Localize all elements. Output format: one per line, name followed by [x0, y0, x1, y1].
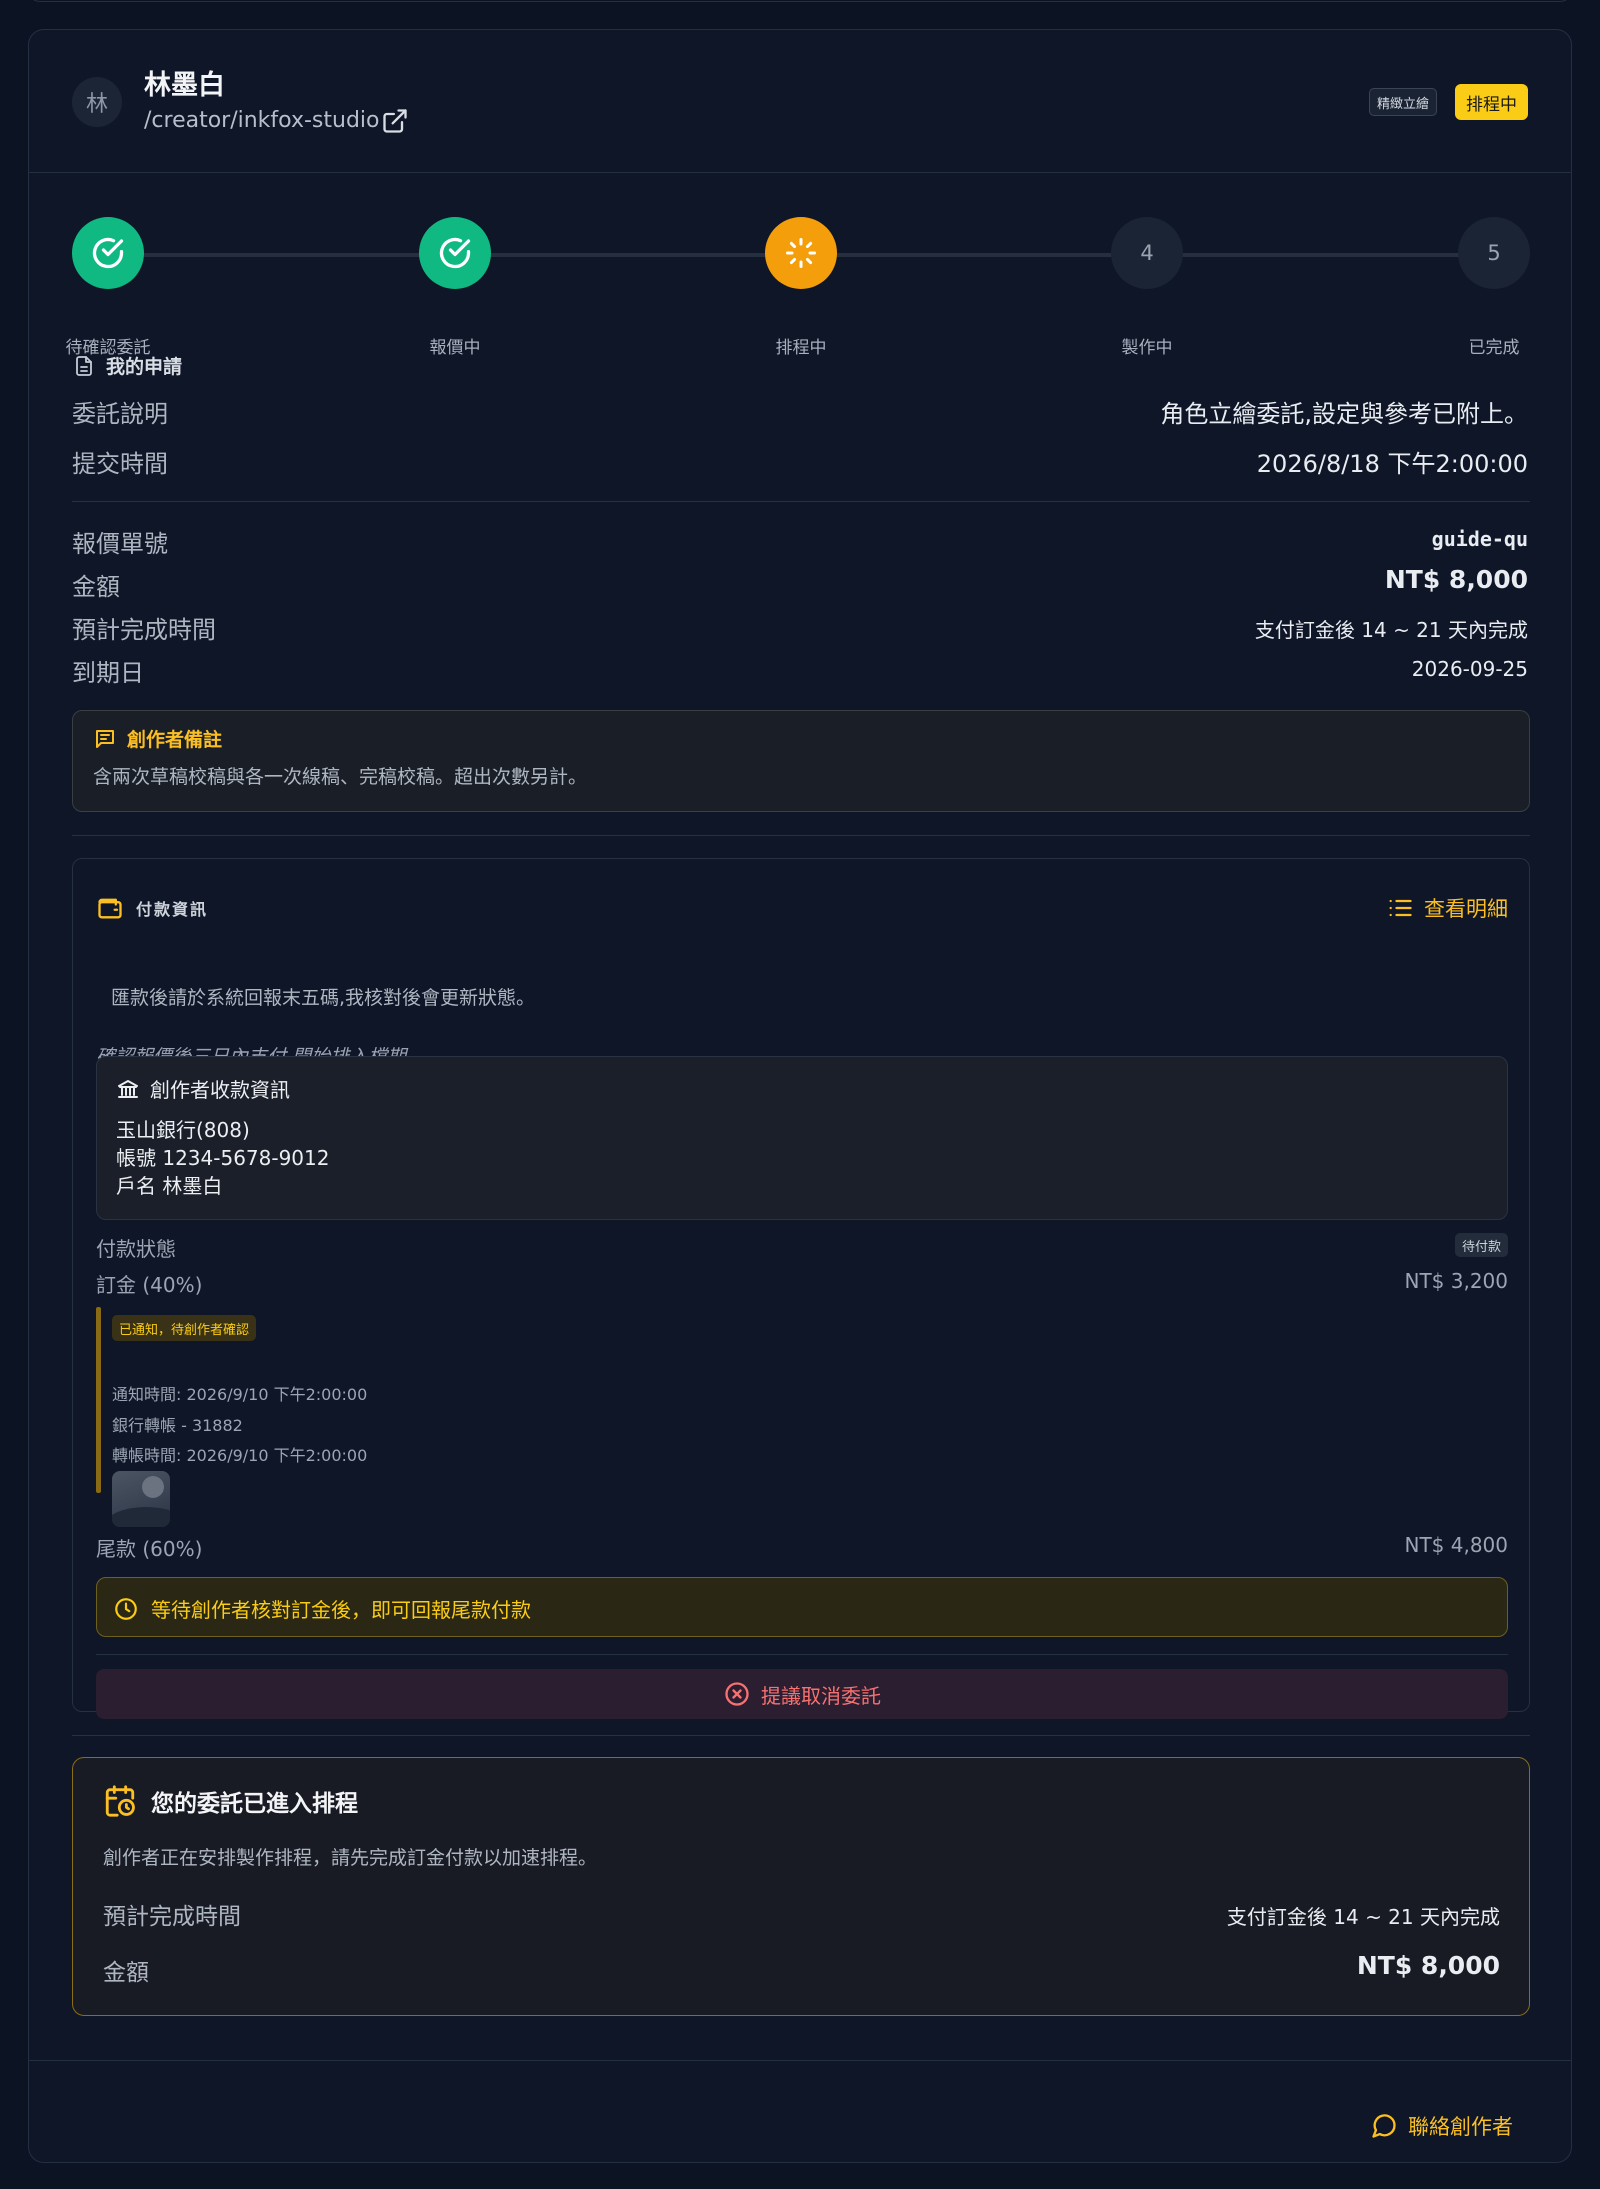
status-badge: 排程中 — [1455, 84, 1528, 120]
step-2-label: 報價中 — [429, 338, 481, 358]
amount-label: 金額 — [72, 573, 120, 601]
contact-creator-label: 聯絡創作者 — [1408, 2115, 1513, 2139]
eta-value: 支付訂金後 14 ~ 21 天內完成 — [1254, 618, 1528, 642]
waiting-notice-content: 等待創作者核對訂金後，即可回報尾款付款 — [113, 1594, 531, 1623]
step-5-label: 已完成 — [1468, 338, 1520, 358]
bank-holder: 戶名 林墨白 — [116, 1174, 223, 1198]
calendar-clock-icon — [105, 1785, 135, 1817]
bank-info-box: 創作者收款資訊 玉山銀行(808) 帳號 1234-5678-9012 戶名 林… — [96, 1056, 1508, 1220]
payment-instruction: 匯款後請於系統回報末五碼,我核對後會更新狀態。 — [111, 987, 536, 1009]
propose-cancel-button[interactable]: 提議取消委託 — [96, 1669, 1508, 1719]
schedule-title: 您的委託已進入排程 — [151, 1791, 358, 1817]
chat-bubble-icon — [1372, 2114, 1396, 2138]
creator-name[interactable]: 林墨白 — [144, 63, 225, 102]
submitted-value: 2026/8/18 下午2:00:00 — [1256, 450, 1528, 478]
payment-panel: 付款資訊 查看明細 匯款後請於系統回報末五碼,我核對後會更新狀態。 確認報價後三… — [72, 858, 1530, 1719]
avatar[interactable]: 林 — [72, 77, 122, 127]
final-payment-amount: NT$ 4,800 — [1404, 1533, 1508, 1557]
quote-number-value: guide-qu — [1431, 527, 1528, 551]
bank-info-heading: 創作者收款資訊 — [116, 1074, 290, 1103]
creator-note: 創作者備註 含兩次草稿校稿與各一次線稿、完稿校稿。超出次數另計。 — [72, 710, 1530, 812]
due-date-label: 到期日 — [72, 659, 144, 687]
schedule-amount-value: NT$ 8,000 — [1356, 1951, 1500, 1980]
transfer-time: 轉帳時間: 2026/9/10 下午2:00:00 — [112, 1446, 368, 1465]
payment-status-label: 付款狀態 — [96, 1237, 176, 1261]
contact-creator-button[interactable]: 聯絡創作者 — [1370, 2111, 1513, 2141]
divider — [96, 1654, 1508, 1655]
divider — [72, 1735, 1530, 1736]
creator-note-heading: 創作者備註 — [93, 725, 222, 752]
creator-note-body: 含兩次草稿校稿與各一次線稿、完稿校稿。超出次數另計。 — [93, 766, 588, 788]
deposit-label: 訂金 (40%) — [96, 1273, 203, 1297]
divider — [72, 501, 1530, 502]
step-2-circle — [419, 217, 491, 289]
deposit-notice-badge: 已通知，待創作者確認 — [112, 1315, 257, 1341]
creator-note-title: 創作者備註 — [127, 729, 223, 751]
payment-status-badge: 待付款 — [1454, 1233, 1508, 1257]
amount-value: NT$ 8,000 — [1384, 565, 1528, 594]
category-tag: 精緻立繪 — [1369, 88, 1438, 116]
schedule-notice: 您的委託已進入排程 創作者正在安排製作排程，請先完成訂金付款以加速排程。 預計完… — [72, 1757, 1530, 2016]
schedule-eta-label: 預計完成時間 — [103, 1904, 241, 1930]
description-label: 委託說明 — [72, 400, 168, 428]
bank-account: 帳號 1234-5678-9012 — [116, 1146, 330, 1170]
transfer-method: 銀行轉帳 - 31882 — [112, 1416, 243, 1435]
clock-icon — [115, 1597, 137, 1620]
document-icon — [76, 355, 92, 376]
notify-time: 通知時間: 2026/9/10 下午2:00:00 — [112, 1385, 368, 1404]
x-circle-icon — [725, 1682, 749, 1706]
check-circle-icon — [92, 237, 124, 269]
payment-title: 付款資訊 — [136, 900, 209, 919]
card-header: 林 林墨白 /creator/inkfox-studio 精緻立繪 排程中 — [29, 30, 1571, 173]
check-circle-icon — [439, 237, 471, 269]
step-3-label: 排程中 — [775, 338, 827, 358]
my-request-title: 我的申請 — [106, 356, 183, 378]
due-date-value: 2026-09-25 — [1411, 657, 1528, 681]
list-icon — [1389, 899, 1412, 917]
quote-number-label: 報價單號 — [72, 530, 168, 558]
bank-icon — [118, 1079, 138, 1098]
message-icon — [96, 729, 114, 748]
eta-label: 預計完成時間 — [72, 616, 216, 644]
step-5-circle: 5 — [1458, 217, 1530, 289]
my-request-heading: 我的申請 — [72, 352, 182, 379]
loader-icon — [786, 238, 816, 268]
submitted-label: 提交時間 — [72, 450, 168, 478]
view-details-label: 查看明細 — [1424, 897, 1508, 921]
transfer-receipt-thumbnail[interactable] — [112, 1471, 170, 1527]
schedule-description: 創作者正在安排製作排程，請先完成訂金付款以加速排程。 — [103, 1847, 598, 1869]
footer-divider — [29, 2060, 1571, 2061]
description-value: 角色立繪委託,設定與參考已附上。 — [1160, 400, 1528, 428]
commission-card: 林 林墨白 /creator/inkfox-studio 精緻立繪 排程中 待確… — [28, 29, 1572, 2163]
creator-profile-link[interactable]: /creator/inkfox-studio — [144, 108, 379, 133]
deposit-detail-bar — [96, 1307, 101, 1493]
external-link-icon[interactable] — [381, 107, 409, 135]
waiting-notice: 等待創作者核對訂金後，即可回報尾款付款 — [96, 1577, 1508, 1637]
wallet-icon — [98, 898, 122, 919]
schedule-eta-value: 支付訂金後 14 ~ 21 天內完成 — [1226, 1905, 1500, 1929]
waiting-notice-text: 等待創作者核對訂金後，即可回報尾款付款 — [151, 1598, 531, 1622]
propose-cancel-label: 提議取消委託 — [761, 1683, 881, 1708]
bank-name: 玉山銀行(808) — [116, 1118, 250, 1142]
view-details-link[interactable]: 查看明細 — [1386, 893, 1508, 923]
payment-heading: 付款資訊 — [96, 894, 208, 922]
previous-card-edge — [28, 0, 1572, 2]
step-4-circle: 4 — [1111, 217, 1183, 289]
deposit-amount: NT$ 3,200 — [1404, 1269, 1508, 1293]
final-payment-label: 尾款 (60%) — [96, 1537, 203, 1561]
step-3-circle — [765, 217, 837, 289]
step-4-label: 製作中 — [1121, 338, 1173, 358]
step-1-circle — [72, 217, 144, 289]
bank-info-title: 創作者收款資訊 — [150, 1078, 290, 1102]
divider — [72, 835, 1530, 836]
schedule-heading: 您的委託已進入排程 — [103, 1784, 358, 1818]
schedule-amount-label: 金額 — [103, 1960, 149, 1986]
